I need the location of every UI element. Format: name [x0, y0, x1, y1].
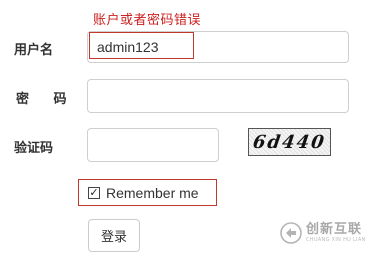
password-input[interactable] — [87, 79, 349, 113]
login-page: 账户或者密码错误 用户名 密 码 验证码 6d440 ✓ Remember me… — [0, 0, 376, 258]
password-label: 密 码 — [16, 92, 77, 107]
brand-logo-icon — [280, 222, 302, 244]
watermark-subtitle: CHUANG XIN HU LIAN — [306, 237, 366, 243]
username-input[interactable] — [87, 31, 349, 63]
captcha-text: 6d440 — [251, 131, 328, 153]
captcha-image[interactable]: 6d440 — [248, 128, 331, 156]
remember-me-checkbox[interactable]: ✓ — [88, 186, 100, 199]
remember-me-row[interactable]: ✓ Remember me — [78, 179, 217, 206]
remember-me-label: Remember me — [106, 184, 199, 201]
watermark: 创新互联 CHUANG XIN HU LIAN — [280, 222, 366, 244]
login-button[interactable]: 登录 — [88, 219, 140, 252]
watermark-text: 创新互联 CHUANG XIN HU LIAN — [306, 223, 366, 243]
captcha-label: 验证码 — [14, 141, 54, 156]
watermark-name: 创新互联 — [306, 222, 363, 237]
username-label: 用户名 — [14, 43, 54, 58]
error-message: 账户或者密码错误 — [93, 13, 202, 28]
captcha-input[interactable] — [87, 128, 219, 162]
